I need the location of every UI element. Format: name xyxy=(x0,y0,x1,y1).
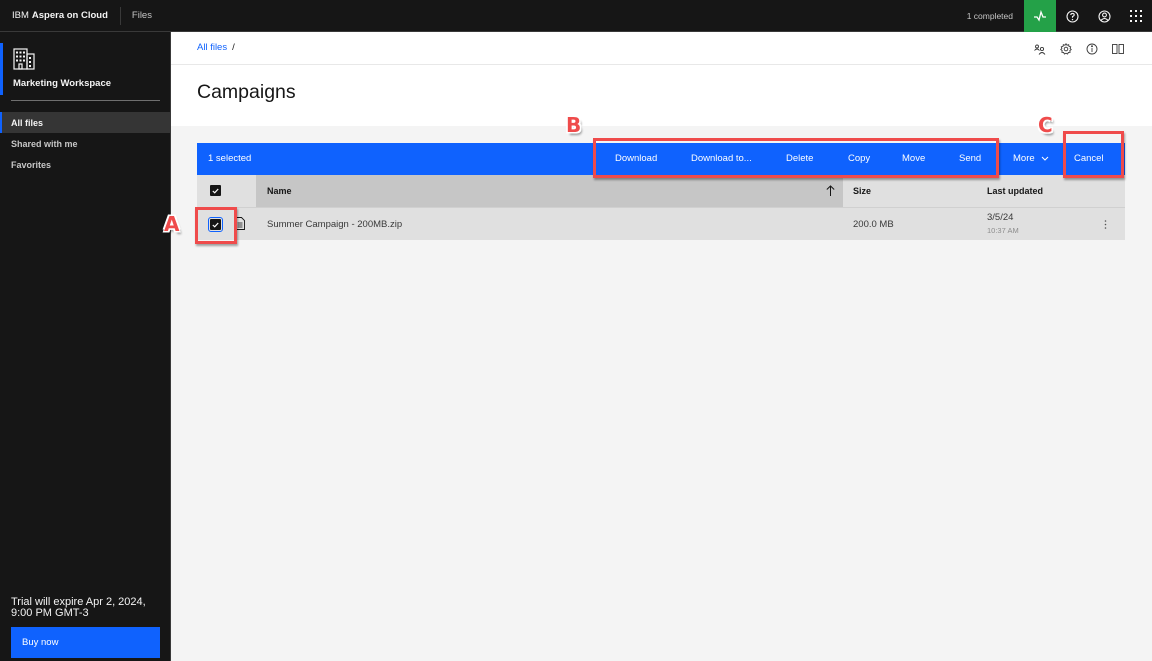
brand-logo[interactable]: IBM Aspera on Cloud xyxy=(0,0,120,32)
breadcrumb-bar: All files / xyxy=(171,32,1152,65)
file-size: 200.0 MB xyxy=(853,219,894,230)
sidebar-nav: All files Shared with me Favorites xyxy=(0,112,170,175)
activity-icon xyxy=(1034,10,1046,22)
page-title: Campaigns xyxy=(197,81,296,103)
utility-toolbar xyxy=(1034,43,1124,55)
overflow-menu-icon[interactable] xyxy=(1104,220,1107,229)
info-icon[interactable] xyxy=(1086,43,1098,55)
file-time: 10:37 AM xyxy=(987,226,1019,235)
annotation-label-b: B xyxy=(566,113,582,137)
sort-ascending-icon xyxy=(826,185,835,196)
file-name[interactable]: Summer Campaign - 200MB.zip xyxy=(267,219,402,230)
sidebar-item-all-files[interactable]: All files xyxy=(0,112,170,133)
app-switcher-button[interactable] xyxy=(1120,0,1152,32)
table-row[interactable]: Summer Campaign - 200MB.zip 200.0 MB 3/5… xyxy=(197,207,1125,240)
sidebar-item-shared-with-me[interactable]: Shared with me xyxy=(0,133,170,154)
activity-button[interactable] xyxy=(1024,0,1056,32)
more-label: More xyxy=(1013,153,1035,164)
column-header-last-updated[interactable]: Last updated xyxy=(987,186,1043,196)
annotation-label-a: A xyxy=(164,212,180,236)
chevron-down-icon xyxy=(1041,156,1049,161)
breadcrumb-separator: / xyxy=(232,42,235,53)
annotation-box-a xyxy=(195,207,237,244)
sidebar: Marketing Workspace All files Shared wit… xyxy=(0,32,171,661)
split-view-icon[interactable] xyxy=(1112,43,1124,55)
user-avatar-icon xyxy=(1097,9,1111,23)
user-button[interactable] xyxy=(1088,0,1120,32)
buy-now-button[interactable]: Buy now xyxy=(11,627,160,658)
column-header-size[interactable]: Size xyxy=(853,186,871,196)
annotation-box-b xyxy=(593,138,999,178)
annotation-box-c xyxy=(1063,131,1124,178)
selected-count: 1 selected xyxy=(208,153,252,164)
file-date: 3/5/24 xyxy=(987,212,1014,223)
building-icon xyxy=(13,48,35,75)
checkmark-icon xyxy=(212,188,219,194)
help-icon xyxy=(1065,9,1079,23)
files-table: Name Size Last updated Summer Campaign -… xyxy=(197,175,1125,240)
workspace-accent xyxy=(0,43,3,95)
app-switcher-icon xyxy=(1130,10,1142,22)
table-header: Name Size Last updated xyxy=(197,175,1125,207)
breadcrumb-all-files[interactable]: All files xyxy=(197,42,227,53)
top-header: IBM Aspera on Cloud Files 1 completed xyxy=(0,0,1152,32)
page-header: Campaigns xyxy=(171,65,1152,126)
trial-notice: Trial will expire Apr 2, 2024, 9:00 PM G… xyxy=(11,596,146,619)
brand-prefix: IBM xyxy=(12,10,29,21)
help-button[interactable] xyxy=(1056,0,1088,32)
app-name: Files xyxy=(131,10,152,21)
brand-name: Aspera on Cloud xyxy=(31,10,108,21)
manage-users-icon[interactable] xyxy=(1034,43,1046,55)
transfer-status[interactable]: 1 completed xyxy=(967,11,1013,21)
more-menu-button[interactable]: More xyxy=(1013,153,1049,164)
select-all-checkbox[interactable] xyxy=(210,185,221,196)
workspace-name[interactable]: Marketing Workspace xyxy=(13,78,111,89)
annotation-label-c: C xyxy=(1038,113,1053,137)
column-name-label: Name xyxy=(267,186,292,196)
breadcrumb: All files / xyxy=(197,42,235,53)
sidebar-item-favorites[interactable]: Favorites xyxy=(0,154,170,175)
settings-icon[interactable] xyxy=(1060,43,1072,55)
column-header-name[interactable]: Name xyxy=(256,175,843,207)
sidebar-divider xyxy=(11,100,160,101)
